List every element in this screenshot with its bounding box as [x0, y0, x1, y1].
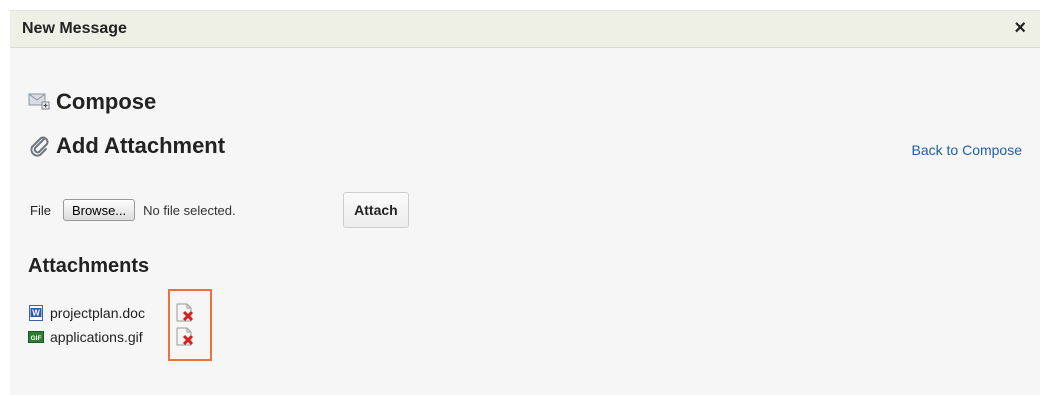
browse-button[interactable]: Browse... [62, 199, 136, 221]
close-icon[interactable]: × [1014, 17, 1026, 39]
svg-text:GIF: GIF [31, 335, 42, 342]
svg-text:W: W [32, 309, 40, 318]
compose-mail-icon [28, 91, 52, 113]
file-status: No file selected. [143, 202, 236, 218]
delete-file-icon[interactable] [174, 327, 196, 347]
attach-button[interactable]: Attach [343, 192, 409, 228]
list-item: W projectplan.doc [28, 301, 196, 325]
file-upload-row: File Browse... No file selected. Attach [30, 191, 409, 229]
add-attachment-heading: Add Attachment [28, 133, 225, 159]
paperclip-icon [28, 135, 52, 157]
file-label: File [30, 202, 51, 218]
add-attachment-label: Add Attachment [56, 133, 226, 158]
compose-heading[interactable]: Compose [28, 89, 156, 115]
attachment-list: W projectplan.doc GIF applications.gif [28, 301, 196, 349]
attachment-name[interactable]: projectplan.doc [50, 305, 166, 321]
compose-label: Compose [56, 89, 157, 114]
back-to-compose-link[interactable]: Back to Compose [912, 142, 1023, 158]
dialog-titlebar: New Message × [10, 11, 1040, 48]
delete-file-icon[interactable] [174, 303, 196, 323]
list-item: GIF applications.gif [28, 325, 196, 349]
dialog-title: New Message [22, 20, 127, 37]
gif-image-icon: GIF [28, 329, 44, 345]
new-message-dialog: New Message × Compose Add Attachment Bac… [10, 10, 1040, 395]
word-document-icon: W [28, 305, 44, 321]
attachments-heading: Attachments [28, 255, 150, 277]
attachment-name[interactable]: applications.gif [50, 329, 166, 345]
